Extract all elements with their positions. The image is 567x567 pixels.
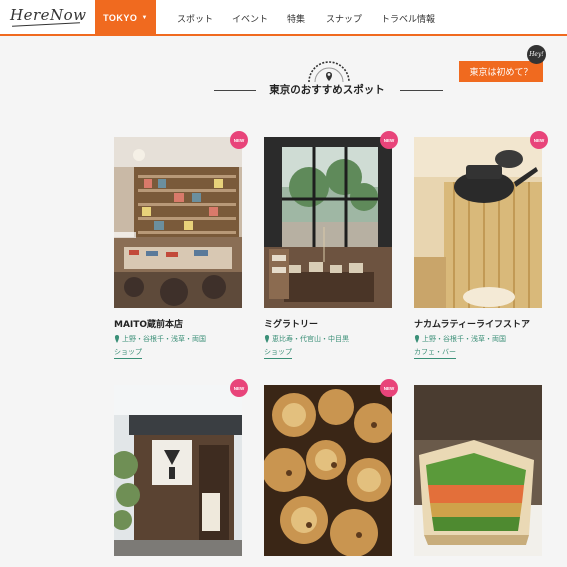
- card-category[interactable]: ショップ: [114, 347, 142, 359]
- site-header: HereNow TOKYO ▼ スポット イベント 特集 スナップ トラベル情報: [0, 0, 567, 36]
- nav-travel-info[interactable]: トラベル情報: [381, 0, 435, 36]
- card-title[interactable]: ミグラトリー: [264, 317, 318, 330]
- location-pin-icon: [264, 335, 270, 343]
- card-area-label: 恵比寿・代官山・中目黒: [272, 335, 349, 343]
- new-badge: NEW: [230, 131, 248, 149]
- hey-badge: Hey!: [527, 45, 546, 64]
- card-image-sandwich[interactable]: [414, 385, 542, 556]
- site-logo[interactable]: HereNow: [10, 6, 87, 24]
- city-selector[interactable]: TOKYO ▼: [95, 0, 156, 36]
- card-area-label: 上野・谷根千・浅草・両国: [422, 335, 506, 343]
- section-title: 東京のおすすめスポット: [269, 84, 385, 96]
- card-image-nakamura[interactable]: [414, 137, 542, 308]
- card-category[interactable]: カフェ・バー: [414, 347, 456, 359]
- card-area[interactable]: 上野・谷根千・浅草・両国: [114, 334, 206, 344]
- card-image-bakery[interactable]: [264, 385, 392, 556]
- new-badge: NEW: [380, 379, 398, 397]
- card-image-storefront[interactable]: [114, 385, 242, 556]
- card-area[interactable]: 恵比寿・代官山・中目黒: [264, 334, 349, 344]
- card-image-migratory[interactable]: [264, 137, 392, 308]
- location-pin-icon: [414, 335, 420, 343]
- caret-down-icon: ▼: [141, 15, 148, 21]
- card-area[interactable]: 上野・谷根千・浅草・両国: [414, 334, 506, 344]
- card-title[interactable]: ナカムラティーライフストア: [414, 317, 530, 330]
- card-title[interactable]: MAITO蔵前本店: [114, 317, 183, 330]
- new-badge: NEW: [230, 379, 248, 397]
- nav-features[interactable]: 特集: [287, 0, 305, 36]
- first-time-button[interactable]: 東京は初めて？: [459, 61, 543, 82]
- nav-snaps[interactable]: スナップ: [326, 0, 362, 36]
- new-badge: NEW: [530, 131, 548, 149]
- location-pin-icon: [114, 335, 120, 343]
- new-badge: NEW: [380, 131, 398, 149]
- city-label: TOKYO: [103, 13, 138, 23]
- nav-events[interactable]: イベント: [232, 0, 268, 36]
- card-image-maito[interactable]: [114, 137, 242, 308]
- heading-rule-right: [400, 90, 443, 91]
- card-category[interactable]: ショップ: [264, 347, 292, 359]
- heading-rule-left: [214, 90, 256, 91]
- nav-spots[interactable]: スポット: [177, 0, 213, 36]
- card-area-label: 上野・谷根千・浅草・両国: [122, 335, 206, 343]
